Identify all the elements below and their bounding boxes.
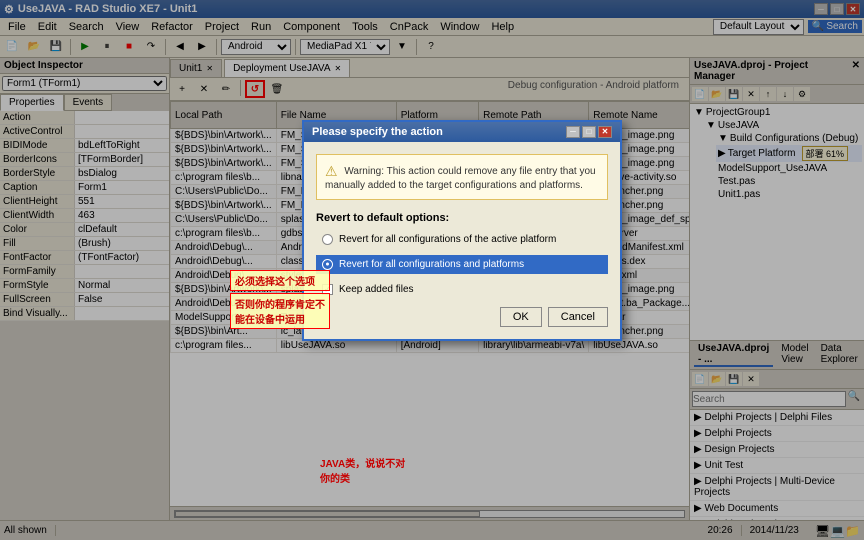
dialog-buttons: OK Cancel [316,307,608,327]
dialog-maximize-btn[interactable]: □ [582,126,596,138]
dialog-warning-text: ⚠ Warning: This action could remove any … [316,154,608,200]
dialog-option2-label: Revert for all configurations and platfo… [339,259,524,270]
annotation-bottom: JAVA类，说说不对你的类 [320,455,405,485]
annotation-dialog2: 否则你的程序肯定不能在设备中运用 [230,293,330,329]
dialog-please-specify: Please specify the action ─ □ ✕ ⚠ Warnin… [302,120,622,341]
dialog-title-buttons: ─ □ ✕ [566,126,612,138]
dialog-cancel-button[interactable]: Cancel [548,307,608,327]
dialog-title-bar: Please specify the action ─ □ ✕ [304,122,620,142]
dialog-option1-row[interactable]: Revert for all configurations of the act… [316,230,608,249]
annotation-container: 必须选择这个选项 否则你的程序肯定不能在设备中运用 [230,270,330,329]
dialog-option1-label: Revert for all configurations of the act… [339,234,556,245]
dialog-option2-radio[interactable] [322,259,333,270]
dialog-revert-label: Revert to default options: [316,212,608,224]
dialog-keepfiles-row[interactable]: ✓ Keep added files [316,280,608,299]
annotation-bottom-container: JAVA类，说说不对你的类 [320,455,405,485]
dialog-warning-label: Warning: This action could remove any fi… [325,166,596,191]
dialog-keepfiles-label: Keep added files [339,284,414,295]
dialog-body: ⚠ Warning: This action could remove any … [304,142,620,339]
dialog-close-btn[interactable]: ✕ [598,126,612,138]
annotation-dialog1: 必须选择这个选项 [230,270,330,291]
dialog-warning-icon: ⚠ [325,163,338,179]
dialog-ok-button[interactable]: OK [500,307,542,327]
dialog-title-label: Please specify the action [312,126,443,138]
dialog-minimize-btn[interactable]: ─ [566,126,580,138]
dialog-overlay[interactable]: 必须选择这个选项 否则你的程序肯定不能在设备中运用 JAVA类，说说不对你的类 … [0,0,864,540]
dialog-option2-row[interactable]: Revert for all configurations and platfo… [316,255,608,274]
dialog-option1-radio[interactable] [322,234,333,245]
